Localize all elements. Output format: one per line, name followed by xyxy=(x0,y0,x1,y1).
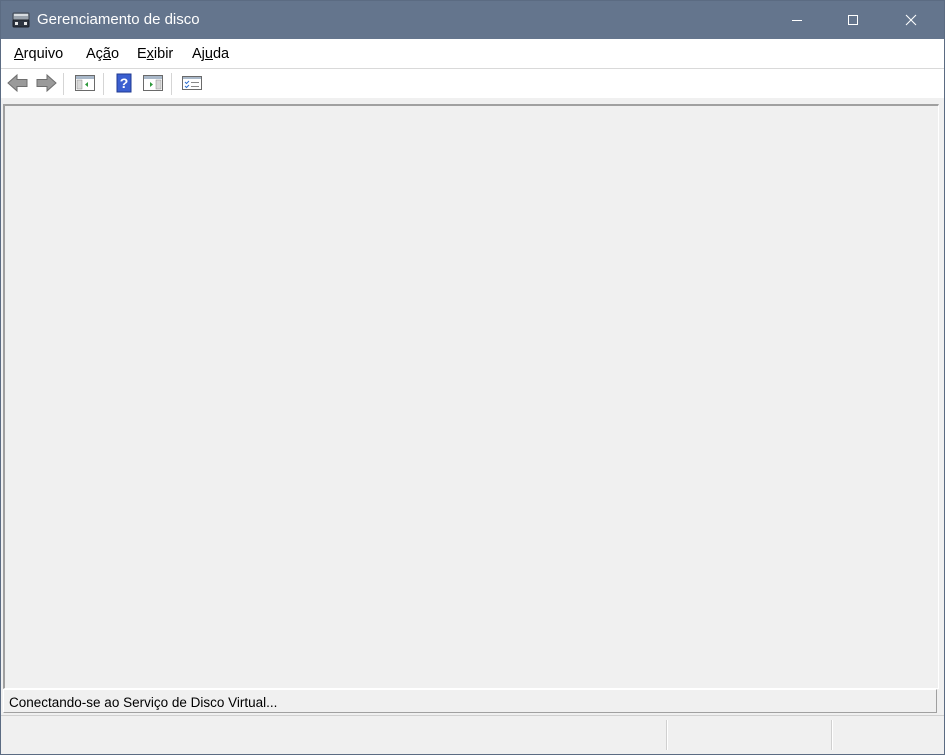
disk-management-window: Gerenciamento de disco Arquivo Ação Exib… xyxy=(0,0,945,755)
minimize-icon xyxy=(791,14,803,26)
maximize-button[interactable] xyxy=(824,1,882,39)
help-button[interactable]: ? xyxy=(113,73,135,95)
title-bar[interactable]: Gerenciamento de disco xyxy=(1,1,944,39)
forward-arrow-icon xyxy=(35,73,57,96)
connection-status-bar: Conectando-se ao Serviço de Disco Virtua… xyxy=(3,689,937,713)
status-message: Conectando-se ao Serviço de Disco Virtua… xyxy=(9,695,278,710)
properties-icon xyxy=(181,74,203,95)
menu-bar: Arquivo Ação Exibir Ajuda xyxy=(1,39,944,69)
status-pane-divider xyxy=(831,720,833,750)
close-button[interactable] xyxy=(882,1,940,39)
toolbar-separator xyxy=(103,73,105,95)
content-area[interactable] xyxy=(3,104,939,689)
toolbar-separator xyxy=(171,73,173,95)
menu-exibir[interactable]: Exibir xyxy=(137,46,173,63)
svg-text:?: ? xyxy=(120,75,129,91)
show-hide-action-pane-icon xyxy=(142,74,164,95)
menu-ajuda[interactable]: Ajuda xyxy=(192,46,229,63)
forward-button[interactable] xyxy=(35,73,57,95)
help-icon: ? xyxy=(115,73,133,96)
status-pane-divider xyxy=(666,720,668,750)
back-button[interactable] xyxy=(7,73,29,95)
back-arrow-icon xyxy=(7,73,29,96)
close-icon xyxy=(905,14,917,26)
show-hide-console-tree-button[interactable] xyxy=(74,73,96,95)
maximize-icon xyxy=(847,14,859,26)
menu-arquivo[interactable]: Arquivo xyxy=(14,46,63,63)
menu-acao[interactable]: Ação xyxy=(86,46,119,63)
show-hide-console-tree-icon xyxy=(74,74,96,95)
status-bar xyxy=(1,715,944,754)
show-hide-action-pane-button[interactable] xyxy=(142,73,164,95)
window-title: Gerenciamento de disco xyxy=(37,11,200,28)
disk-management-icon[interactable] xyxy=(11,10,31,30)
toolbar-separator xyxy=(63,73,65,95)
minimize-button[interactable] xyxy=(768,1,826,39)
properties-button[interactable] xyxy=(181,73,203,95)
toolbar: ? xyxy=(1,69,944,98)
